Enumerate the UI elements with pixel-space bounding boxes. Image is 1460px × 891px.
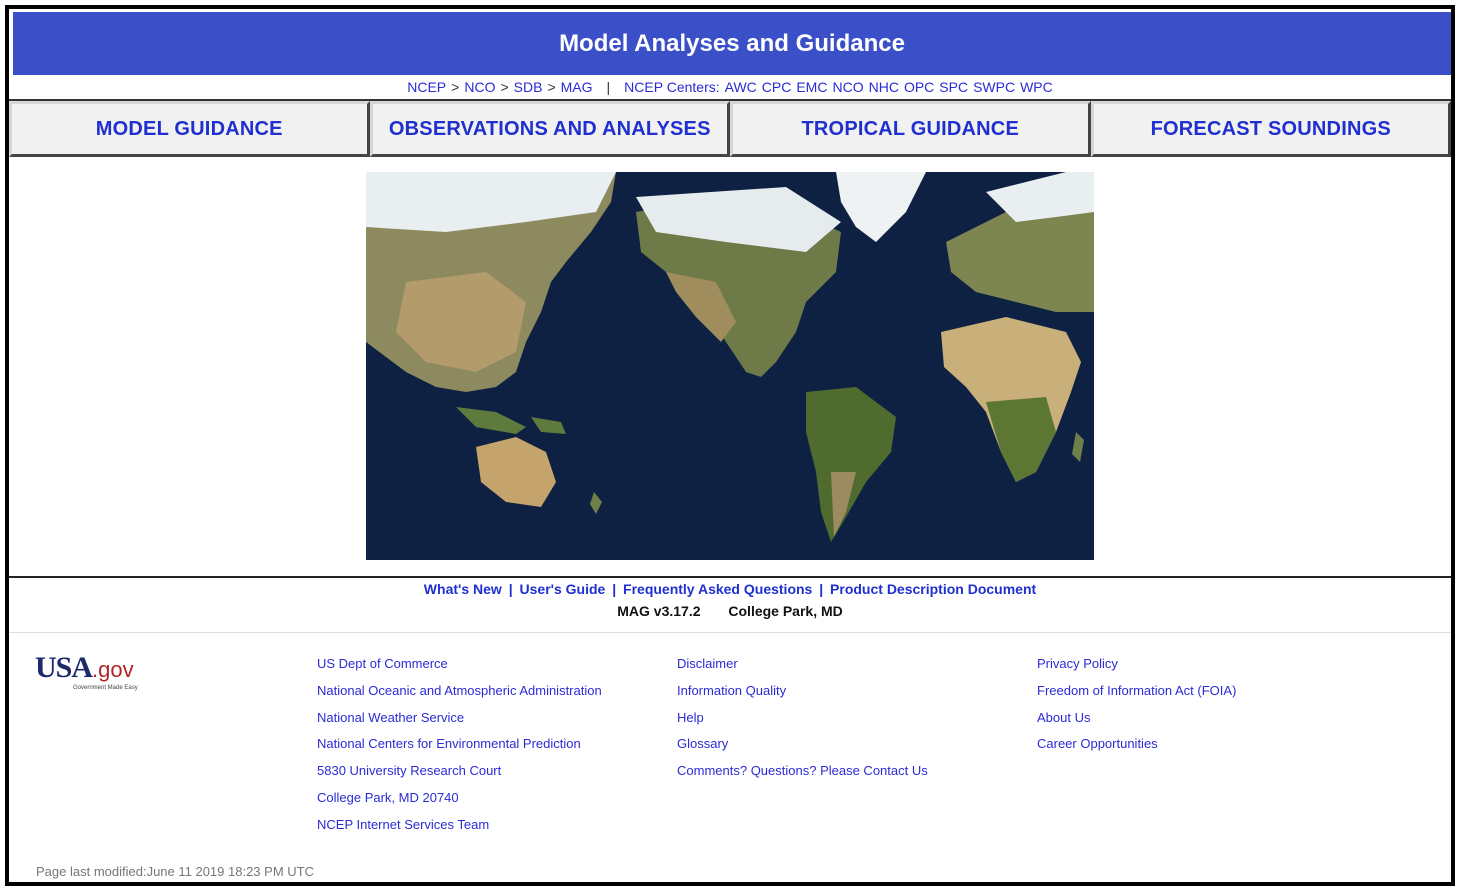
main-nav-tabs: MODEL GUIDANCE OBSERVATIONS AND ANALYSES… bbox=[9, 101, 1451, 157]
footer-link-commerce[interactable]: US Dept of Commerce bbox=[317, 656, 602, 683]
usa-logo-main: USA bbox=[35, 651, 93, 684]
link-separator: | bbox=[508, 581, 513, 597]
whats-new-link[interactable]: What's New bbox=[424, 581, 502, 597]
center-link-spc[interactable]: SPC bbox=[939, 79, 968, 95]
page-title: Model Analyses and Guidance bbox=[13, 12, 1451, 75]
footer-link-careers[interactable]: Career Opportunities bbox=[1037, 736, 1236, 763]
usa-logo-tagline: Government Made Easy bbox=[73, 685, 138, 691]
footer-link-noaa[interactable]: National Oceanic and Atmospheric Adminis… bbox=[317, 683, 602, 710]
footer-link-nws[interactable]: National Weather Service bbox=[317, 710, 602, 737]
ncep-centers-label[interactable]: NCEP Centers: bbox=[624, 79, 719, 95]
center-link-opc[interactable]: OPC bbox=[904, 79, 934, 95]
usa-logo-gov: .gov bbox=[92, 657, 134, 682]
footer-link-information-quality[interactable]: Information Quality bbox=[677, 683, 928, 710]
tab-forecast-soundings[interactable]: FORECAST SOUNDINGS bbox=[1090, 101, 1451, 157]
faq-link[interactable]: Frequently Asked Questions bbox=[623, 581, 812, 597]
center-link-nhc[interactable]: NHC bbox=[869, 79, 899, 95]
footer-link-ncep[interactable]: National Centers for Environmental Predi… bbox=[317, 736, 602, 763]
footer-link-privacy[interactable]: Privacy Policy bbox=[1037, 656, 1236, 683]
footer-link-contact[interactable]: Comments? Questions? Please Contact Us bbox=[677, 763, 928, 790]
breadcrumb-divider: | bbox=[606, 79, 611, 95]
center-link-emc[interactable]: EMC bbox=[796, 79, 827, 95]
link-separator: | bbox=[612, 581, 617, 597]
breadcrumb-separator: > bbox=[547, 79, 556, 95]
footer-link-disclaimer[interactable]: Disclaimer bbox=[677, 656, 928, 683]
last-modified-text: Page last modified:June 11 2019 18:23 PM… bbox=[36, 864, 314, 879]
center-link-swpc[interactable]: SWPC bbox=[973, 79, 1015, 95]
breadcrumb-sdb[interactable]: SDB bbox=[514, 79, 543, 95]
usa-gov-logo[interactable]: USA.gov Government Made Easy bbox=[35, 651, 165, 691]
section-divider bbox=[9, 576, 1451, 578]
breadcrumb-ncep[interactable]: NCEP bbox=[407, 79, 446, 95]
tab-tropical-guidance[interactable]: TROPICAL GUIDANCE bbox=[730, 101, 1091, 157]
product-description-link[interactable]: Product Description Document bbox=[830, 581, 1036, 597]
footer-link-about[interactable]: About Us bbox=[1037, 710, 1236, 737]
breadcrumb-mag[interactable]: MAG bbox=[561, 79, 593, 95]
doc-links-row: What's New | User's Guide | Frequently A… bbox=[9, 581, 1451, 603]
tab-observations-and-analyses[interactable]: OBSERVATIONS AND ANALYSES bbox=[369, 101, 730, 157]
footer-divider bbox=[9, 632, 1451, 633]
footer-link-internet-team[interactable]: NCEP Internet Services Team bbox=[317, 817, 602, 844]
breadcrumb-nco[interactable]: NCO bbox=[464, 79, 495, 95]
link-separator: | bbox=[819, 581, 824, 597]
center-link-wpc[interactable]: WPC bbox=[1020, 79, 1053, 95]
center-link-awc[interactable]: AWC bbox=[725, 79, 757, 95]
users-guide-link[interactable]: User's Guide bbox=[520, 581, 606, 597]
version-info: MAG v3.17.2 College Park, MD bbox=[9, 603, 1451, 625]
footer-column-1: US Dept of Commerce National Oceanic and… bbox=[317, 656, 602, 844]
footer-column-2: Disclaimer Information Quality Help Glos… bbox=[677, 656, 928, 790]
breadcrumb: NCEP > NCO > SDB > MAG | NCEP Centers: A… bbox=[9, 75, 1451, 101]
location-label: College Park, MD bbox=[728, 603, 843, 619]
center-link-nco[interactable]: NCO bbox=[832, 79, 863, 95]
footer-link-glossary[interactable]: Glossary bbox=[677, 736, 928, 763]
world-map-image[interactable] bbox=[366, 172, 1094, 560]
center-link-cpc[interactable]: CPC bbox=[762, 79, 792, 95]
page-frame: Model Analyses and Guidance NCEP > NCO >… bbox=[5, 5, 1455, 886]
footer-address-street[interactable]: 5830 University Research Court bbox=[317, 763, 602, 790]
world-map[interactable] bbox=[366, 172, 1094, 560]
breadcrumb-separator: > bbox=[451, 79, 460, 95]
footer-column-3: Privacy Policy Freedom of Information Ac… bbox=[1037, 656, 1236, 763]
tab-model-guidance[interactable]: MODEL GUIDANCE bbox=[9, 101, 370, 157]
breadcrumb-separator: > bbox=[500, 79, 509, 95]
footer-address-city[interactable]: College Park, MD 20740 bbox=[317, 790, 602, 817]
footer-link-foia[interactable]: Freedom of Information Act (FOIA) bbox=[1037, 683, 1236, 710]
version-label: MAG v3.17.2 bbox=[617, 603, 701, 619]
footer-link-help[interactable]: Help bbox=[677, 710, 928, 737]
